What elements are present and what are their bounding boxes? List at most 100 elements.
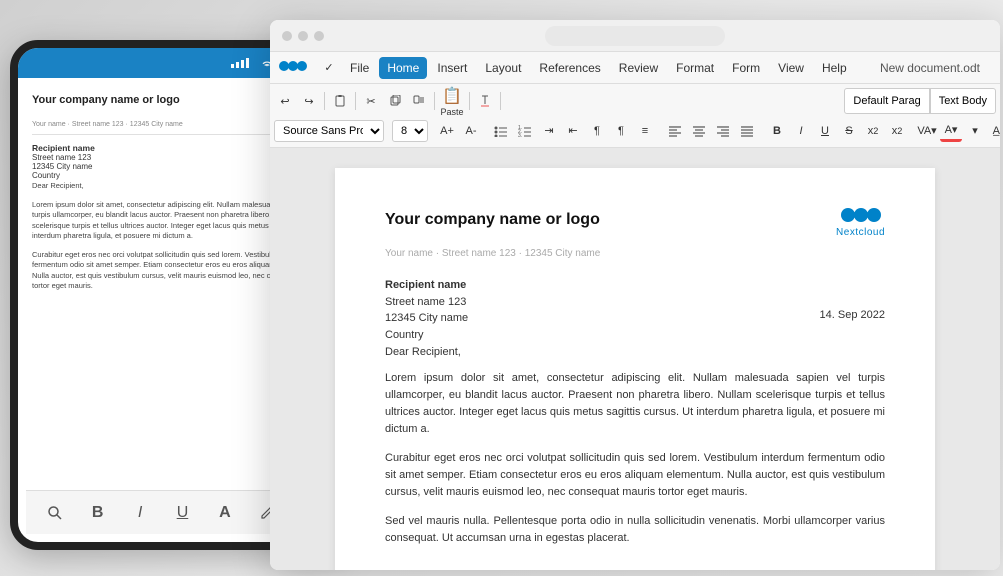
- clear-format-button[interactable]: [474, 90, 496, 112]
- cut-button[interactable]: ✂: [360, 90, 382, 112]
- title-input-bar[interactable]: [545, 26, 725, 46]
- doc-para-1: Lorem ipsum dolor sit amet, consectetur …: [385, 370, 885, 438]
- toolbar-row-1: ↩ ↪ ✂: [274, 86, 996, 116]
- toolbar-sep-4: [469, 92, 470, 110]
- redo-button[interactable]: ↪: [298, 90, 320, 112]
- window-dot-3: [314, 31, 324, 41]
- highlight-button[interactable]: ▾: [964, 120, 986, 142]
- desktop-window: ✓ File Home Insert Layout References Rev…: [270, 20, 1000, 570]
- doc-para-3: Sed vel mauris nulla. Pellentesque porta…: [385, 513, 885, 547]
- doc-title-display: New document.odt: [880, 61, 980, 75]
- menu-nc-svg: [278, 58, 308, 74]
- unordered-list-button[interactable]: [490, 120, 512, 142]
- menu-item-file[interactable]: File: [342, 57, 377, 79]
- text-body-style-btn[interactable]: Text Body: [930, 88, 996, 114]
- ul-svg: [494, 125, 508, 137]
- window-titlebar: [270, 20, 1000, 52]
- ol-svg: 1. 2. 3.: [518, 125, 532, 137]
- doc-header: Your company name or logo Nextcloud: [385, 208, 885, 240]
- indent-button[interactable]: ⇥: [538, 120, 560, 142]
- toolbar-sep-1: [324, 92, 325, 110]
- toolbar-styles: Default Parag Text Body: [844, 88, 996, 114]
- align-justify-button[interactable]: [736, 120, 758, 142]
- phone-recipient-name: Recipient name: [32, 143, 95, 153]
- doc-address-row: Your name · Street name 123 · 12345 City…: [385, 246, 885, 261]
- font-color-button[interactable]: A▾: [940, 120, 962, 142]
- paste-button[interactable]: 📋: [439, 85, 465, 107]
- show-formatting-button[interactable]: ¶: [610, 120, 632, 142]
- copy-button[interactable]: [384, 90, 406, 112]
- signal-icon: [231, 58, 249, 68]
- toolbar-sep-5: [500, 92, 501, 110]
- font-color-icon[interactable]: A: [211, 499, 239, 527]
- align-right-button[interactable]: [712, 120, 734, 142]
- toolbar-row-2: Source Sans Pro 8 A+ A-: [274, 116, 996, 145]
- search-icon[interactable]: [41, 499, 69, 527]
- strikethrough-button[interactable]: S: [838, 120, 860, 142]
- ordered-list-button[interactable]: 1. 2. 3.: [514, 120, 536, 142]
- clipboard-svg: [333, 94, 347, 108]
- paste-group: 📋 Paste: [439, 85, 465, 117]
- toolbar-sep-3: [434, 92, 435, 110]
- aj-svg: [740, 125, 754, 137]
- menu-item-insert[interactable]: Insert: [429, 57, 475, 79]
- underline-icon[interactable]: U: [168, 499, 196, 527]
- menu-item-view[interactable]: View: [770, 57, 812, 79]
- menu-item-layout[interactable]: Layout: [477, 57, 529, 79]
- nextcloud-logo: Nextcloud: [836, 208, 885, 240]
- menu-item-format[interactable]: Format: [668, 57, 722, 79]
- superscript-button[interactable]: x2: [886, 120, 908, 142]
- menu-bar: ✓ File Home Insert Layout References Rev…: [270, 52, 1000, 84]
- char-highlight-button[interactable]: A̲▾: [988, 120, 1000, 142]
- show-changes-button[interactable]: ≡: [634, 120, 656, 142]
- svg-text:3.: 3.: [518, 133, 522, 137]
- undo-button[interactable]: ↩: [274, 90, 296, 112]
- phone-company-name: Your company name or logo: [32, 94, 180, 106]
- nc-circle-left: [841, 208, 855, 222]
- font-family-select[interactable]: Source Sans Pro: [274, 120, 384, 142]
- subscript-button[interactable]: x2: [862, 120, 884, 142]
- clear-fmt-svg: [478, 94, 492, 108]
- decrease-font-button[interactable]: A-: [460, 120, 482, 142]
- align-center-button[interactable]: [688, 120, 710, 142]
- format-svg: [413, 95, 425, 107]
- outdent-button[interactable]: ⇤: [562, 120, 584, 142]
- doc-address-text: Your name · Street name 123 · 12345 City…: [385, 246, 600, 261]
- doc-content-area[interactable]: Your company name or logo Nextcloud Your…: [270, 148, 1000, 570]
- doc-recipient-name: Recipient name: [385, 277, 885, 294]
- increase-font-button[interactable]: A+: [436, 120, 458, 142]
- text-body-label: Text Body: [939, 95, 987, 107]
- default-para-label: Default Parag: [853, 95, 920, 107]
- default-para-style-btn[interactable]: Default Parag: [844, 88, 929, 114]
- ar-svg: [716, 125, 730, 137]
- window-dot-2: [298, 31, 308, 41]
- nc-label: Nextcloud: [836, 225, 885, 240]
- copy-svg: [389, 95, 401, 107]
- al-svg: [668, 125, 682, 137]
- toolbar-sep-2: [355, 92, 356, 110]
- bold-button[interactable]: B: [766, 120, 788, 142]
- format-paint-button[interactable]: [408, 90, 430, 112]
- menu-nextcloud-logo: [278, 58, 308, 77]
- doc-salutation: Dear Recipient,: [385, 344, 885, 361]
- toolbar: ↩ ↪ ✂: [270, 84, 1000, 148]
- font-size-select[interactable]: 8: [392, 120, 428, 142]
- italic-button[interactable]: I: [790, 120, 812, 142]
- menu-item-references[interactable]: References: [531, 57, 608, 79]
- pilcrow-button[interactable]: ¶: [586, 120, 608, 142]
- menu-item-home[interactable]: Home: [379, 57, 427, 79]
- menu-item-form[interactable]: Form: [724, 57, 768, 79]
- italic-icon[interactable]: I: [126, 499, 154, 527]
- clipboard-icon[interactable]: [329, 90, 351, 112]
- search-svg: [47, 505, 63, 521]
- underline-button[interactable]: U: [814, 120, 836, 142]
- doc-para-2: Curabitur eget eros nec orci volutpat so…: [385, 450, 885, 501]
- menu-item-review[interactable]: Review: [611, 57, 666, 79]
- menu-item-help[interactable]: Help: [814, 57, 855, 79]
- bold-icon[interactable]: B: [84, 499, 112, 527]
- align-left-button[interactable]: [664, 120, 686, 142]
- nc-circle-right: [867, 208, 881, 222]
- window-dot-1: [282, 31, 292, 41]
- check-icon[interactable]: ✓: [318, 57, 340, 79]
- vertical-align-button[interactable]: VA▾: [916, 120, 938, 142]
